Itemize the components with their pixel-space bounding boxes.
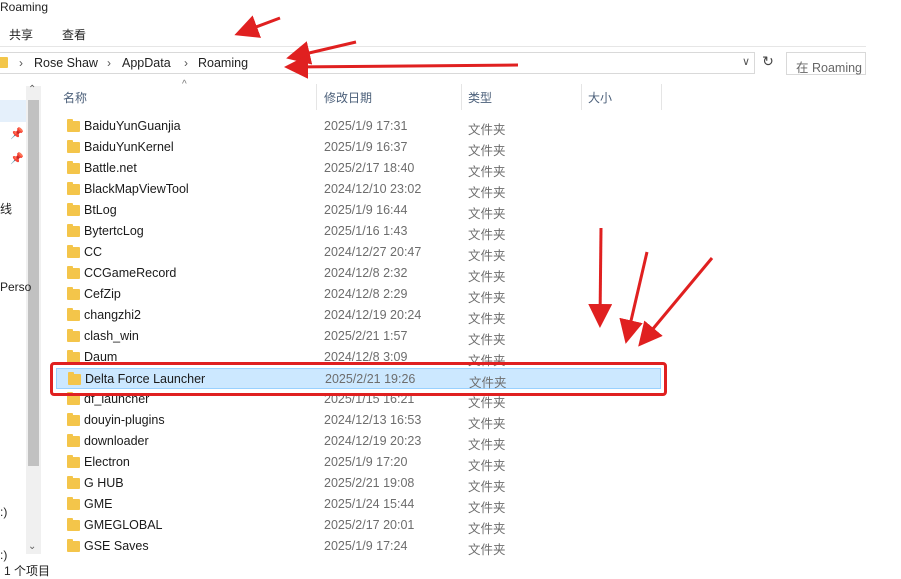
- annotation-arrow: [286, 40, 357, 65]
- annotation-arrow: [638, 257, 714, 347]
- annotation-arrow: [588, 227, 613, 328]
- annotation-arrow: [234, 15, 281, 38]
- annotation-arrow: [284, 54, 519, 79]
- annotation-arrow: [619, 251, 649, 344]
- annotation-arrows: [234, 15, 714, 347]
